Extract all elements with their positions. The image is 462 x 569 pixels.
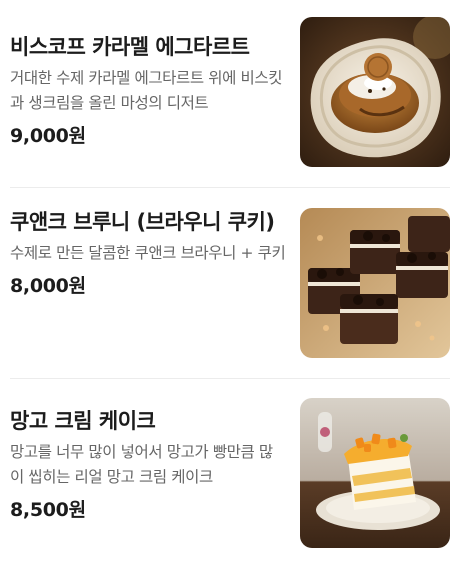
menu-item-description: 망고를 너무 많이 넣어서 망고가 빵만큼 많이 씹히는 리얼 망고 크림 케이…: [10, 443, 273, 486]
menu-item-cookies-cream-brownie[interactable]: 쿠앤크 브루니 (브라우니 쿠키) 수제로 만든 달콤한 쿠앤크 브라우니 + …: [0, 188, 462, 378]
menu-item-mango-cream-cake[interactable]: 망고 크림 케이크 망고를 너무 많이 넣어서 망고가 빵만큼 많이 씹히는 리…: [0, 379, 462, 569]
menu-item-name: 망고 크림 케이크: [10, 409, 156, 433]
mango-cream-cake-photo[interactable]: [300, 398, 450, 548]
menu-item-price: 8,000원: [10, 275, 86, 297]
menu-item-name: 비스코프 카라멜 에그타르트: [10, 35, 250, 59]
menu-item-description: 거대한 수제 카라멜 에그타르트 위에 비스킷과 생크림을 올린 마성의 디저트: [10, 69, 283, 112]
caramel-egg-tart-photo[interactable]: [300, 17, 450, 167]
menu-item-name: 쿠앤크 브루니 (브라우니 쿠키): [10, 210, 275, 234]
menu-item-description: 수제로 만든 달콤한 쿠앤크 브라우니 + 쿠키: [10, 244, 286, 262]
menu-item-text: 망고 크림 케이크 망고를 너무 많이 넣어서 망고가 빵만큼 많이 씹히는 리…: [10, 405, 286, 524]
menu-item-caramel-egg-tart[interactable]: 비스코프 카라멜 에그타르트 거대한 수제 카라멜 에그타르트 위에 비스킷과 …: [0, 0, 462, 187]
menu-item-text: 비스코프 카라멜 에그타르트 거대한 수제 카라멜 에그타르트 위에 비스킷과 …: [10, 31, 286, 150]
cookies-and-cream-brownie-photo[interactable]: [300, 208, 450, 358]
menu-item-price: 9,000원: [10, 125, 86, 147]
menu-list: 비스코프 카라멜 에그타르트 거대한 수제 카라멜 에그타르트 위에 비스킷과 …: [0, 0, 462, 569]
menu-item-text: 쿠앤크 브루니 (브라우니 쿠키) 수제로 만든 달콤한 쿠앤크 브라우니 + …: [10, 206, 286, 300]
menu-item-price: 8,500원: [10, 499, 86, 521]
